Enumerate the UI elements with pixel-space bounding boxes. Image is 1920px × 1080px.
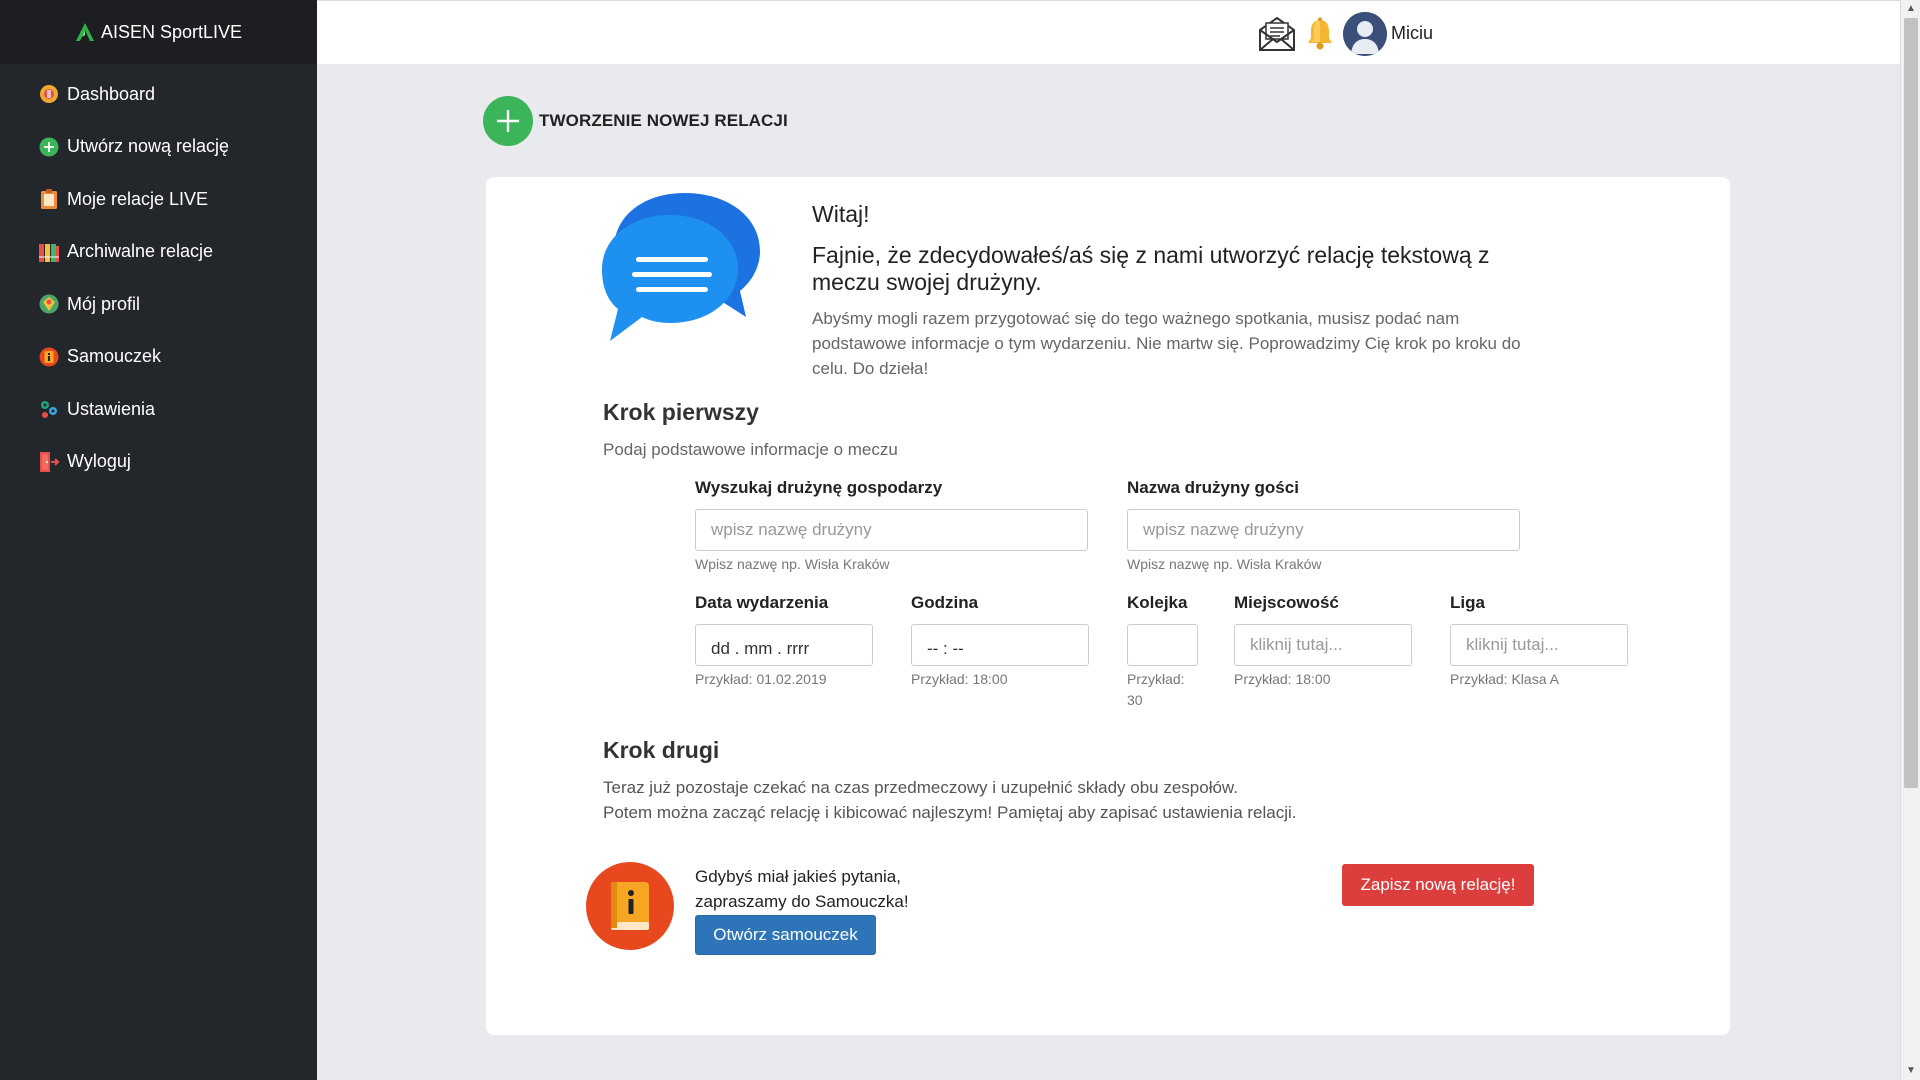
sidebar-nav: Dashboard Utwórz nową relację Moje relac… bbox=[0, 68, 317, 488]
sidebar-item-settings[interactable]: Ustawienia bbox=[0, 383, 317, 436]
city-field: Miejscowość kliknij tutaj... Przykład: 1… bbox=[1234, 593, 1412, 690]
league-label: Liga bbox=[1450, 593, 1485, 612]
step1-subtitle: Podaj podstawowe informacje o meczu bbox=[603, 440, 898, 459]
bell-icon[interactable] bbox=[1305, 17, 1335, 51]
sidebar-item-label: Samouczek bbox=[67, 346, 162, 367]
sidebar-item-tutorial[interactable]: Samouczek bbox=[0, 331, 317, 384]
step2-title: Krok drugi bbox=[603, 737, 720, 763]
city-input[interactable]: kliknij tutaj... bbox=[1234, 624, 1412, 666]
league-field: Liga kliknij tutaj... Przykład: Klasa A bbox=[1450, 593, 1628, 690]
welcome-section: Witaj! Fajnie, że zdecydowałeś/aś się z … bbox=[812, 201, 1552, 381]
date-hint: Przykład: 01.02.2019 bbox=[695, 671, 827, 687]
sidebar-item-create[interactable]: Utwórz nową relację bbox=[0, 121, 317, 174]
dashboard-icon bbox=[38, 83, 60, 105]
chat-bubbles-icon bbox=[602, 193, 760, 341]
league-hint: Przykład: Klasa A bbox=[1450, 671, 1559, 687]
help-line2: zapraszamy do Samouczka! bbox=[695, 892, 909, 911]
time-input[interactable]: -- : -- bbox=[911, 624, 1089, 666]
brand-logo-icon bbox=[75, 23, 94, 41]
home-team-hint: Wpisz nazwę np. Wisła Kraków bbox=[695, 556, 890, 572]
sidebar-item-label: Mój profil bbox=[67, 293, 141, 314]
round-label: Kolejka bbox=[1127, 593, 1188, 612]
profile-badge-icon bbox=[38, 293, 60, 315]
date-label: Data wydarzenia bbox=[695, 593, 829, 612]
help-line1: Gdybyś miał jakieś pytania, bbox=[695, 867, 901, 886]
sidebar-item-dashboard[interactable]: Dashboard bbox=[0, 68, 317, 121]
round-hint: Przykład: 30 bbox=[1127, 671, 1185, 708]
step2-line2: Potem można zacząć relację i kibicować n… bbox=[603, 803, 1297, 822]
settings-icon bbox=[38, 398, 60, 420]
date-field: Data wydarzenia dd . mm . rrrr Przykład:… bbox=[695, 593, 873, 690]
username[interactable]: Miciu bbox=[1391, 23, 1433, 44]
scrollbar-thumb[interactable] bbox=[1904, 18, 1918, 788]
tutorial-book-icon bbox=[586, 862, 674, 950]
league-input[interactable]: kliknij tutaj... bbox=[1450, 624, 1628, 666]
welcome-lead: Fajnie, że zdecydowałeś/aś się z nami ut… bbox=[812, 242, 1490, 295]
home-team-label: Wyszukaj drużynę gospodarzy bbox=[695, 478, 943, 497]
save-relation-button[interactable]: Zapisz nową relację! bbox=[1342, 864, 1534, 906]
round-input[interactable] bbox=[1127, 624, 1198, 666]
archive-books-icon bbox=[38, 241, 60, 263]
away-team-input[interactable]: wpisz nazwę drużyny bbox=[1127, 509, 1520, 551]
step2-line1: Teraz już pozostaje czekać na czas przed… bbox=[603, 778, 1238, 797]
create-relation-card: Witaj! Fajnie, że zdecydowałeś/aś się z … bbox=[486, 177, 1730, 1035]
away-team-field: Nazwa drużyny gości wpisz nazwę drużyny … bbox=[1127, 478, 1520, 575]
scroll-up-arrow-icon[interactable]: ▲ bbox=[1905, 3, 1917, 15]
brand[interactable]: AISEN SportLIVE bbox=[0, 0, 317, 64]
page-title: TWORZENIE NOWEJ RELACJI bbox=[539, 111, 788, 130]
mail-icon[interactable] bbox=[1257, 15, 1297, 53]
away-team-hint: Wpisz nazwę np. Wisła Kraków bbox=[1127, 556, 1322, 572]
round-field: Kolejka Przykład: 30 bbox=[1127, 593, 1198, 711]
away-team-label: Nazwa drużyny gości bbox=[1127, 478, 1299, 497]
sidebar: AISEN SportLIVE Dashboard Utwórz nową re… bbox=[0, 0, 317, 1080]
step1-title: Krok pierwszy bbox=[603, 399, 759, 425]
home-team-input[interactable]: wpisz nazwę drużyny bbox=[695, 509, 1088, 551]
page-scrollbar[interactable]: ▲ ▼ bbox=[1900, 0, 1920, 1080]
city-label: Miejscowość bbox=[1234, 593, 1339, 612]
tutorial-book-icon bbox=[38, 346, 60, 368]
page-heading: TWORZENIE NOWEJ RELACJI bbox=[483, 96, 788, 146]
open-tutorial-button[interactable]: Otwórz samouczek bbox=[695, 915, 876, 955]
sidebar-item-live[interactable]: Moje relacje LIVE bbox=[0, 173, 317, 226]
city-hint: Przykład: 18:00 bbox=[1234, 671, 1331, 687]
sidebar-item-label: Moje relacje LIVE bbox=[67, 188, 209, 209]
help-text: Gdybyś miał jakieś pytania, zapraszamy d… bbox=[695, 864, 909, 914]
plus-circle-icon bbox=[38, 136, 60, 158]
time-hint: Przykład: 18:00 bbox=[911, 671, 1008, 687]
home-team-field: Wyszukaj drużynę gospodarzy wpisz nazwę … bbox=[695, 478, 1088, 575]
welcome-heading: Witaj! bbox=[812, 201, 870, 227]
plus-circle-icon bbox=[483, 96, 533, 146]
clipboard-icon bbox=[38, 188, 60, 210]
sidebar-item-label: Ustawienia bbox=[67, 398, 156, 419]
sidebar-item-label: Dashboard bbox=[67, 83, 156, 104]
top-bar: Miciu bbox=[317, 0, 1900, 64]
avatar[interactable] bbox=[1343, 12, 1387, 56]
sidebar-item-archive[interactable]: Archiwalne relacje bbox=[0, 226, 317, 279]
sidebar-item-label: Utwórz nową relację bbox=[67, 136, 230, 157]
date-input[interactable]: dd . mm . rrrr bbox=[695, 624, 873, 666]
sidebar-item-profile[interactable]: Mój profil bbox=[0, 278, 317, 331]
time-field: Godzina -- : -- Przykład: 18:00 bbox=[911, 593, 1089, 690]
logout-door-icon bbox=[38, 451, 60, 473]
sidebar-item-logout[interactable]: Wyloguj bbox=[0, 436, 317, 489]
welcome-description: Abyśmy mogli razem przygotować się do te… bbox=[812, 309, 1521, 378]
scroll-down-arrow-icon[interactable]: ▼ bbox=[1905, 1065, 1917, 1077]
sidebar-item-label: Wyloguj bbox=[67, 451, 131, 472]
sidebar-item-label: Archiwalne relacje bbox=[67, 241, 214, 262]
brand-name: AISEN SportLIVE bbox=[100, 21, 243, 42]
time-label: Godzina bbox=[911, 593, 979, 612]
